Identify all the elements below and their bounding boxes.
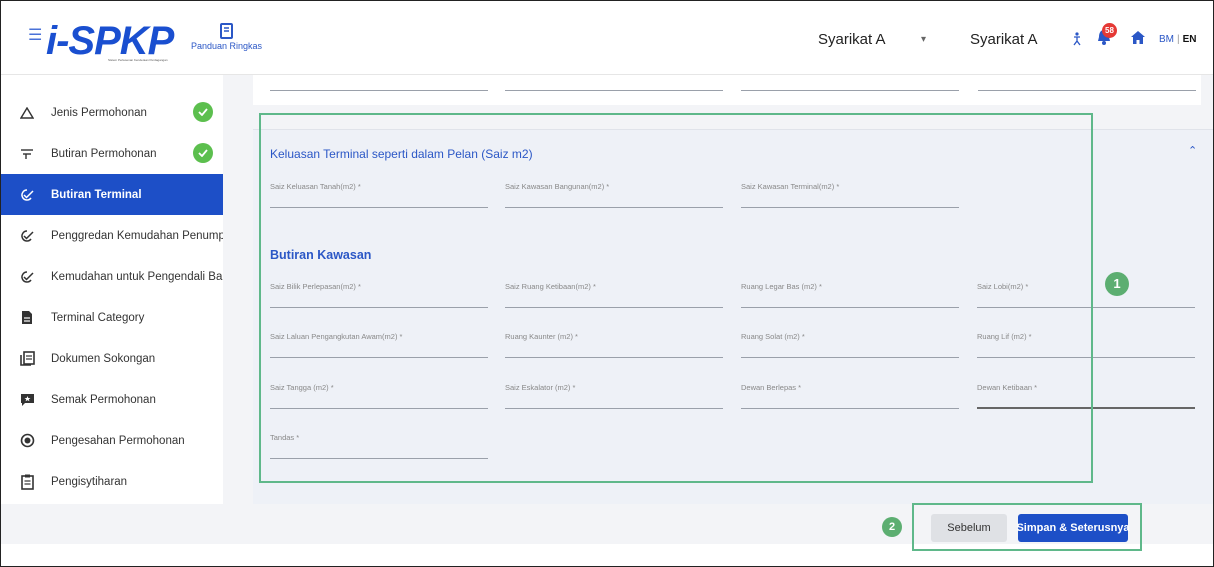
lang-en[interactable]: EN — [1183, 34, 1197, 45]
annotation-marker-1: 1 — [1105, 272, 1129, 296]
triangle-icon — [18, 104, 36, 122]
sidebar-item-label: Kemudahan untuk Pengendali Ba... — [51, 270, 232, 283]
sidebar-item-label: Butiran Permohonan — [51, 147, 157, 160]
lang-bm[interactable]: BM — [1159, 34, 1174, 45]
check-icon — [193, 143, 213, 163]
sidebar-item-label: Semak Permohonan — [51, 393, 156, 406]
sidebar-item-kemudahan[interactable]: Kemudahan untuk Pengendali Ba... — [1, 256, 232, 297]
sidebar-item-label: Pengesahan Permohonan — [51, 434, 185, 447]
sidebar-item-label: Dokumen Sokongan — [51, 352, 156, 365]
company-selector[interactable]: Syarikat A — [818, 31, 886, 48]
accessibility-icon[interactable] — [1072, 32, 1082, 51]
chevron-up-icon[interactable]: ⌃ — [1188, 144, 1197, 157]
home-icon[interactable] — [1131, 31, 1145, 49]
app-frame: ☰ i-SPKP Sistem Perlesenan Kenderaan Per… — [0, 0, 1214, 567]
sidebar-item-terminal-category[interactable]: Terminal Category — [1, 297, 223, 338]
annotation-box-2 — [912, 503, 1142, 551]
sidebar: Jenis Permohonan Butiran Permohonan Buti… — [1, 92, 235, 502]
sidebar-item-pengesahan-permohonan[interactable]: Pengesahan Permohonan — [1, 420, 223, 461]
clock-check-icon — [18, 186, 36, 204]
sidebar-item-butiran-terminal[interactable]: Butiran Terminal — [1, 174, 223, 215]
guide-label: Panduan Ringkas — [191, 41, 263, 51]
sidebar-item-butiran-permohonan[interactable]: Butiran Permohonan — [1, 133, 223, 174]
logo-text: i-SPKP — [46, 19, 174, 63]
documents-icon — [18, 350, 36, 368]
annotation-box-1 — [259, 113, 1093, 483]
quick-guide-link[interactable]: Panduan Ringkas — [191, 23, 262, 51]
app-logo[interactable]: i-SPKP Sistem Perlesenan Kenderaan Perda… — [46, 21, 181, 65]
notification-badge: 58 — [1102, 23, 1117, 38]
previous-section-card — [253, 75, 1201, 105]
clock-check-icon — [18, 227, 36, 245]
check-circle-icon — [18, 432, 36, 450]
previous-field[interactable] — [978, 65, 1196, 91]
check-icon — [193, 102, 213, 122]
sidebar-item-penggredan[interactable]: Penggredan Kemudahan Penump... — [1, 215, 235, 256]
sidebar-item-label: Terminal Category — [51, 311, 145, 324]
previous-field[interactable] — [270, 65, 488, 91]
sidebar-item-dokumen-sokongan[interactable]: Dokumen Sokongan — [1, 338, 223, 379]
chevron-down-icon[interactable]: ▾ — [921, 34, 926, 45]
company-name: Syarikat A — [970, 31, 1038, 48]
previous-field[interactable] — [505, 65, 723, 91]
sidebar-item-label: Butiran Terminal — [51, 188, 142, 201]
previous-field[interactable] — [741, 65, 959, 91]
sidebar-item-label: Penggredan Kemudahan Penump... — [51, 229, 235, 242]
menu-icon[interactable]: ☰ — [28, 28, 42, 44]
review-icon — [18, 391, 36, 409]
guide-book-icon — [219, 23, 235, 39]
sidebar-item-label: Pengisytiharan — [51, 475, 128, 488]
annotation-marker-2: 2 — [882, 517, 902, 537]
language-switcher: BM | EN — [1159, 34, 1197, 45]
sidebar-item-pengisytiharan[interactable]: Pengisytiharan — [1, 461, 223, 502]
filter-icon — [18, 145, 36, 163]
sidebar-item-label: Jenis Permohonan — [51, 106, 147, 119]
clipboard-icon — [18, 473, 36, 491]
top-header: ☰ i-SPKP Sistem Perlesenan Kenderaan Per… — [1, 1, 1213, 75]
clock-check-icon — [18, 268, 36, 286]
sidebar-item-jenis-permohonan[interactable]: Jenis Permohonan — [1, 92, 223, 133]
document-icon — [18, 309, 36, 327]
sidebar-item-semak-permohonan[interactable]: Semak Permohonan — [1, 379, 223, 420]
logo-subtitle: Sistem Perlesenan Kenderaan Perdagangan — [108, 58, 168, 62]
